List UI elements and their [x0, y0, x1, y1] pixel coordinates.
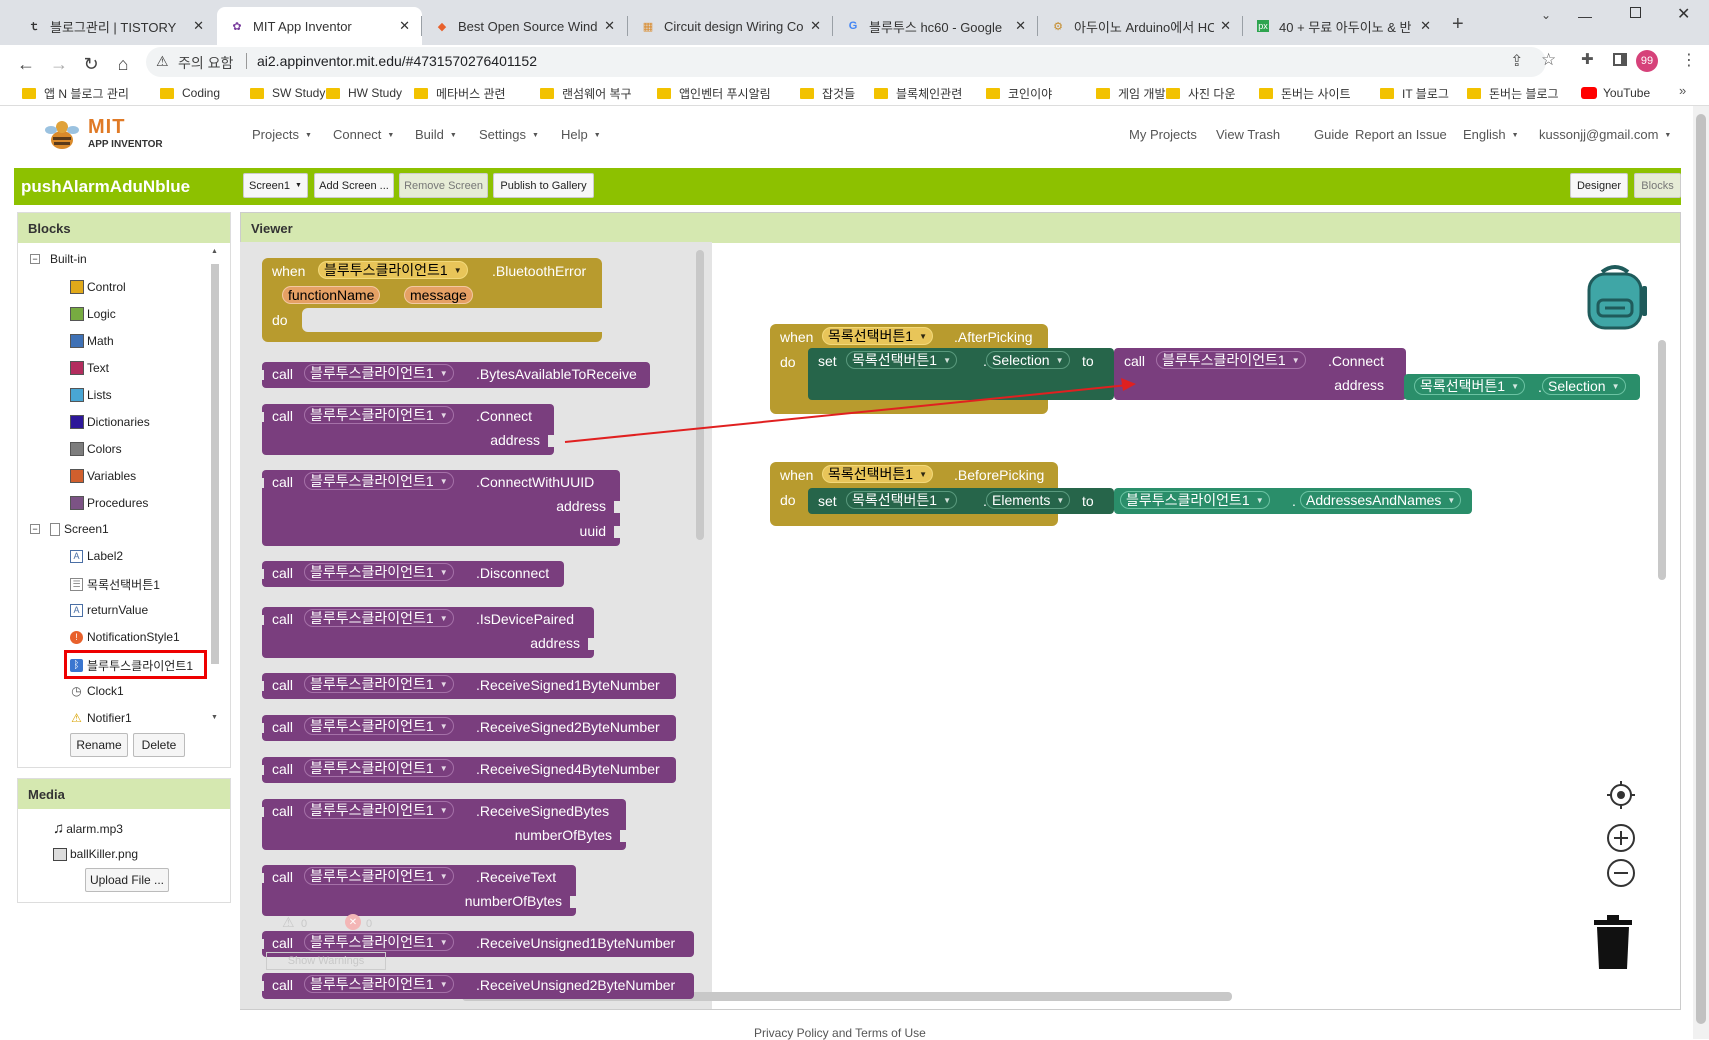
annotation-arrow — [564, 378, 1136, 443]
footer-link[interactable]: Privacy Policy and Terms of Use — [754, 1026, 926, 1040]
